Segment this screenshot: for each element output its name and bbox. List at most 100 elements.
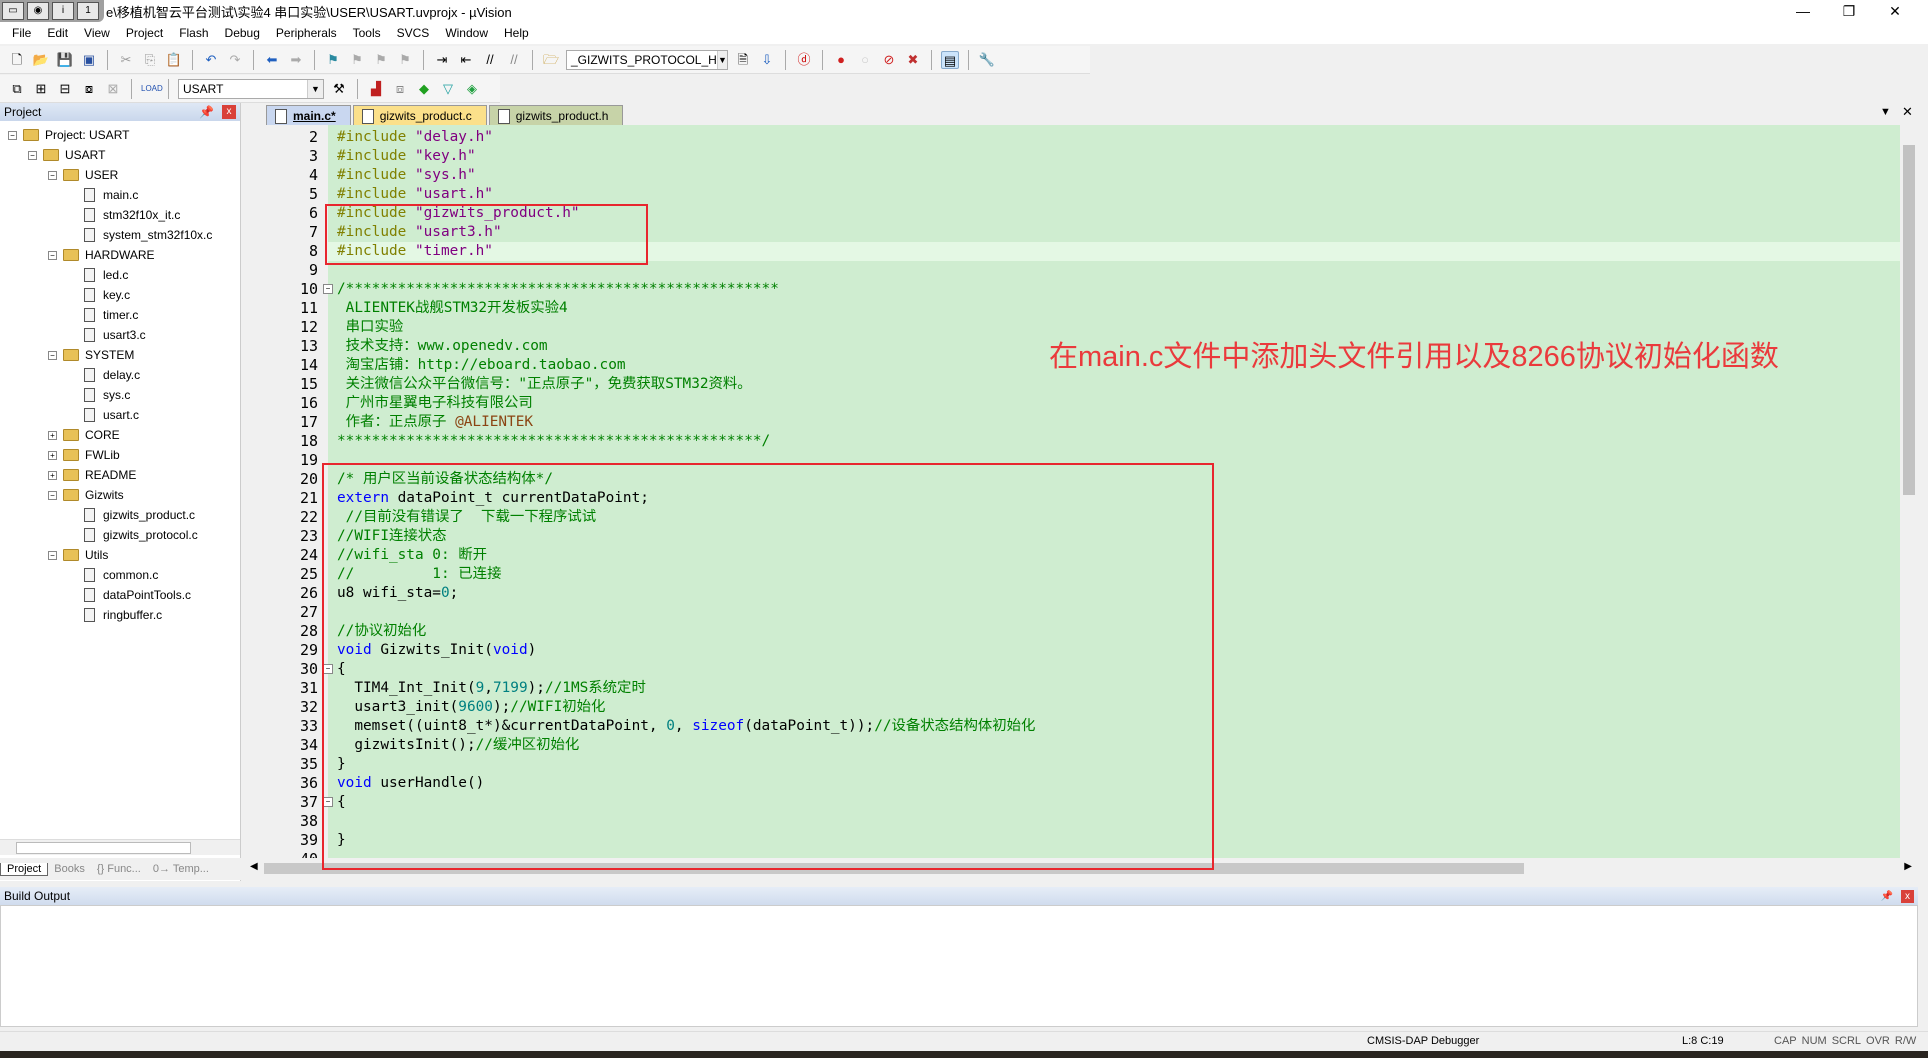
tree-item-file[interactable]: gizwits_product.c <box>84 505 195 525</box>
code-line[interactable]: 关注微信公众平台微信号："正点原子"，免费获取STM32资料。 <box>337 375 752 394</box>
menu-file[interactable]: File <box>4 26 39 40</box>
tab-functions[interactable]: {} Func... <box>91 863 147 875</box>
save-icon[interactable]: 💾 <box>56 51 74 69</box>
code-line[interactable]: #include "delay.h" <box>337 128 493 147</box>
tree-item-file[interactable]: main.c <box>84 185 138 205</box>
menu-window[interactable]: Window <box>437 26 496 40</box>
open-icon[interactable]: 📂 <box>32 51 50 69</box>
tab-main-c-[interactable]: main.c* <box>266 105 351 125</box>
tab-gizwits-product-c[interactable]: gizwits_product.c <box>352 105 487 125</box>
editor-vscrollbar[interactable] <box>1900 125 1918 858</box>
select-packs-icon[interactable]: ◈ <box>463 80 481 98</box>
menu-view[interactable]: View <box>76 26 118 40</box>
rebuild-icon[interactable]: ⊟ <box>56 80 74 98</box>
chevron-down-icon[interactable]: ▼ <box>716 50 727 69</box>
target-combo[interactable]: USART ▼ <box>178 78 324 99</box>
collapse-icon[interactable]: − <box>48 250 57 260</box>
find-icon[interactable]: 🗎 <box>734 51 752 69</box>
tree-item-file[interactable]: dataPointTools.c <box>84 585 191 605</box>
batch-build-icon[interactable]: ⧇ <box>80 80 98 98</box>
nav-back-icon[interactable]: ⬅ <box>263 51 281 69</box>
restore-button[interactable]: ❐ <box>1826 0 1872 22</box>
indent-icon[interactable]: ⇥ <box>433 51 451 69</box>
tab-books[interactable]: Books <box>48 863 91 875</box>
code-line[interactable]: 技术支持：www.openedv.com <box>337 337 548 356</box>
cut-icon[interactable]: ✂ <box>117 51 135 69</box>
debug-session-icon[interactable]: ⓓ <box>795 51 813 69</box>
paste-icon[interactable]: 📋 <box>165 51 183 69</box>
tree-item-folder[interactable]: − Gizwits <box>48 485 124 505</box>
copy-icon[interactable]: ⎘ <box>141 51 159 69</box>
window-layout-icon[interactable]: ▤ <box>941 50 959 69</box>
code-line[interactable]: /***************************************… <box>337 280 779 299</box>
code-line[interactable]: 广州市星翼电子科技有限公司 <box>337 394 533 413</box>
translate-icon[interactable]: ⧉ <box>8 80 26 98</box>
code-line[interactable]: 作者：正点原子 @ALIENTEK <box>337 413 533 432</box>
tree-item-folder[interactable]: − HARDWARE <box>48 245 155 265</box>
tree-item-folder[interactable]: + FWLib <box>48 445 120 465</box>
code-line[interactable]: 淘宝店铺：http://eboard.taobao.com <box>337 356 626 375</box>
tree-item-file[interactable]: usart3.c <box>84 325 146 345</box>
code-line[interactable]: ALIENTEK战舰STM32开发板实验4 <box>337 299 568 318</box>
pin-icon[interactable]: 📌 <box>1881 891 1893 902</box>
chevron-down-icon[interactable]: ▼ <box>307 79 323 98</box>
code-line[interactable]: 串口实验 <box>337 318 404 337</box>
breakpoint-icon[interactable]: ● <box>832 51 850 69</box>
multi-project-icon[interactable]: ⧈ <box>391 80 409 98</box>
tree-item-file[interactable]: sys.c <box>84 385 130 405</box>
stop-build-icon[interactable]: ⊠ <box>104 80 122 98</box>
disable-all-breakpoints-icon[interactable]: ⊘ <box>880 51 898 69</box>
kill-breakpoints-icon[interactable]: ✖ <box>904 51 922 69</box>
expand-icon[interactable]: + <box>48 430 57 440</box>
build-output-pane[interactable] <box>0 905 1918 1027</box>
close-button[interactable]: ✕ <box>1872 0 1918 22</box>
tab-project[interactable]: Project <box>0 862 49 876</box>
menu-project[interactable]: Project <box>118 26 171 40</box>
tree-item-file[interactable]: timer.c <box>84 305 138 325</box>
fold-toggle-icon[interactable]: − <box>323 284 333 294</box>
bookmark-icon[interactable]: ⚑ <box>324 51 342 69</box>
menu-tools[interactable]: Tools <box>345 26 389 40</box>
menu-svcs[interactable]: SVCS <box>389 26 438 40</box>
tree-item-folder[interactable]: − SYSTEM <box>48 345 134 365</box>
code-line[interactable]: #include "key.h" <box>337 147 476 166</box>
target-options-icon[interactable]: ⚒ <box>330 80 348 98</box>
tree-item-folder[interactable]: + README <box>48 465 136 485</box>
tree-item-file[interactable]: ringbuffer.c <box>84 605 162 625</box>
close-icon[interactable]: x <box>222 105 236 119</box>
disable-breakpoint-icon[interactable]: ○ <box>856 51 874 69</box>
redo-icon[interactable]: ↷ <box>226 51 244 69</box>
minimize-button[interactable]: — <box>1780 0 1826 22</box>
bookmark-next-icon[interactable]: ⚑ <box>372 51 390 69</box>
project-hscrollbar[interactable] <box>0 839 240 855</box>
tree-item-file[interactable]: stm32f10x_it.c <box>84 205 180 225</box>
tree-item-file[interactable]: usart.c <box>84 405 139 425</box>
expand-icon[interactable]: + <box>48 470 57 480</box>
menu-help[interactable]: Help <box>496 26 537 40</box>
expand-icon[interactable]: + <box>48 450 57 460</box>
tree-item-folder[interactable]: − USART <box>28 145 105 165</box>
tree-item-folder[interactable]: − Utils <box>48 545 108 565</box>
tab-list-chevron-icon[interactable]: ▼ <box>1880 106 1891 118</box>
bookmark-clear-icon[interactable]: ⚑ <box>396 51 414 69</box>
tree-item-folder[interactable]: − USER <box>48 165 118 185</box>
configure-icon[interactable]: 🔧 <box>978 51 996 69</box>
build-icon[interactable]: ⊞ <box>32 80 50 98</box>
tab-gizwits-product-h[interactable]: gizwits_product.h <box>488 105 624 125</box>
comment-icon[interactable]: // <box>481 51 499 69</box>
save-all-icon[interactable]: ▣ <box>80 51 98 69</box>
pin-icon[interactable]: 📌 <box>199 105 214 119</box>
bookmark-prev-icon[interactable]: ⚑ <box>348 51 366 69</box>
tree-item-file[interactable]: gizwits_protocol.c <box>84 525 198 545</box>
collapse-icon[interactable]: − <box>48 550 57 560</box>
close-editor-icon[interactable]: ✕ <box>1902 104 1913 120</box>
manage-project-icon[interactable]: ▟ <box>367 80 385 98</box>
close-icon[interactable]: x <box>1901 889 1914 903</box>
menu-debug[interactable]: Debug <box>217 26 268 40</box>
tree-item-file[interactable]: delay.c <box>84 365 140 385</box>
tree-item-folder[interactable]: + CORE <box>48 425 120 445</box>
nav-forward-icon[interactable]: ➡ <box>287 51 305 69</box>
incremental-find-icon[interactable]: ⇩ <box>758 51 776 69</box>
menu-flash[interactable]: Flash <box>171 26 216 40</box>
tree-item-file[interactable]: system_stm32f10x.c <box>84 225 212 245</box>
